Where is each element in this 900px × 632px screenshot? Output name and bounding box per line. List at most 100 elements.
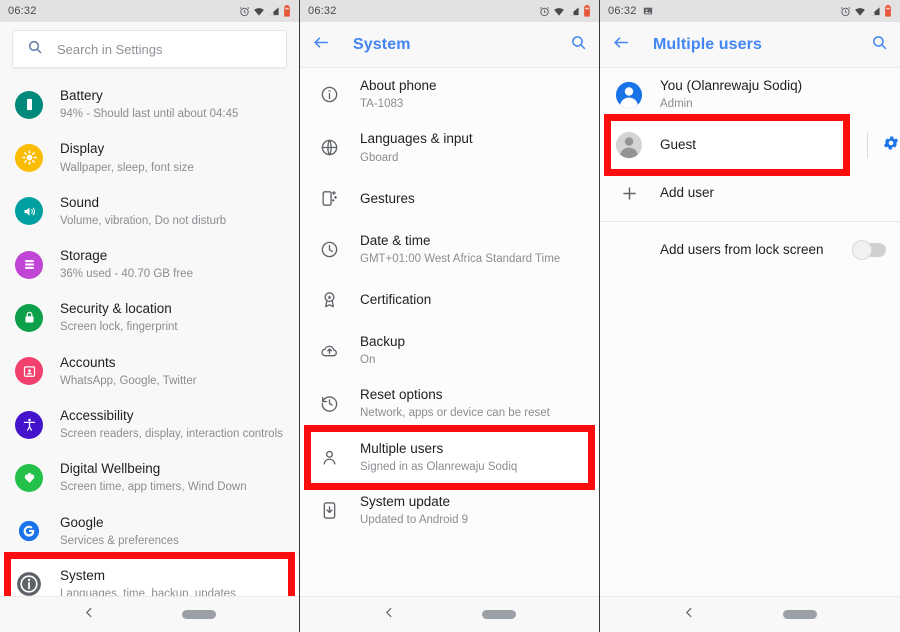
list-item-subtitle: On <box>360 354 376 367</box>
navigation-bar <box>0 596 299 632</box>
panel-settings-home: 06:32 Search in Settings Battery 94% - Sh… <box>0 0 300 632</box>
list-item[interactable]: Accessibility Screen readers, display, in… <box>0 398 299 451</box>
list-item-text: Security & location Screen lock, fingerpr… <box>60 300 285 335</box>
gear-icon[interactable] <box>882 134 900 157</box>
globe-icon <box>314 133 344 163</box>
home-pill-indicator[interactable] <box>782 610 817 619</box>
home-pill-indicator[interactable] <box>182 610 216 619</box>
storage-icon <box>14 250 44 280</box>
status-bar-icons <box>239 5 291 17</box>
list-item-text: Guest <box>660 136 843 154</box>
panel-multiple-users: 06:32 Multiple users You (Olanrewaju Sod… <box>600 0 900 632</box>
list-item-title: System <box>60 567 106 583</box>
list-item[interactable]: Certification <box>300 276 599 324</box>
list-item[interactable]: Gestures <box>300 175 599 223</box>
back-arrow-icon[interactable] <box>612 33 631 57</box>
list-item[interactable]: Display Wallpaper, sleep, font size <box>0 131 299 184</box>
status-bar-notifications <box>643 6 653 16</box>
list-item-title: Google <box>60 514 104 530</box>
list-item-text: Multiple users Signed in as Olanrewaju So… <box>360 440 585 475</box>
lock-icon <box>14 303 44 333</box>
list-item[interactable]: Google Services & preferences <box>0 505 299 558</box>
avatar-blue-icon <box>614 80 644 110</box>
app-bar: System <box>300 22 599 68</box>
icon-badge <box>15 250 43 279</box>
list-item-title: Security & location <box>60 301 172 317</box>
list-item-title: Certification <box>360 291 432 307</box>
app-bar: Multiple users <box>600 22 900 68</box>
list-item[interactable]: Date & time GMT+01:00 West Africa Standar… <box>300 223 599 276</box>
list-item-subtitle: Network, apps or device can be reset <box>360 407 550 420</box>
icon-badge <box>15 357 43 386</box>
list-item[interactable]: Security & location Screen lock, fingerpr… <box>0 291 299 344</box>
back-arrow-icon[interactable] <box>312 33 331 57</box>
accessibility-icon <box>14 410 44 440</box>
list-item-text: Reset options Network, apps or device can… <box>360 386 585 421</box>
battery-icon <box>885 5 891 17</box>
list-item-text: About phone TA-1083 <box>360 77 585 112</box>
list-item[interactable]: Digital Wellbeing Screen time, app timers… <box>0 451 299 504</box>
list-item[interactable]: Languages & input Gboard <box>300 121 599 174</box>
panel-system: 06:32 System About phone TA-1083 Languages… <box>300 0 600 632</box>
search-input[interactable]: Search in Settings <box>12 30 287 68</box>
list-item-text: Gestures <box>360 190 585 208</box>
list-item-title: Digital Wellbeing <box>60 461 161 477</box>
battery-icon <box>14 90 44 120</box>
list-item-text: Add user <box>660 184 886 202</box>
vertical-divider <box>867 132 868 159</box>
list-item[interactable]: Backup On <box>300 324 599 377</box>
volume-icon <box>14 196 44 226</box>
list-item[interactable]: Battery 94% - Should last until about 04:… <box>0 78 299 131</box>
list-item[interactable]: System update Updated to Android 9 <box>300 484 599 537</box>
list-item-title: Battery <box>60 88 103 103</box>
user-row[interactable]: Guest <box>600 121 900 170</box>
certificate-icon <box>314 285 344 315</box>
users-list: You (Olanrewaju Sodiq) Admin Guest Add user… <box>600 68 900 596</box>
search-icon[interactable] <box>570 34 587 56</box>
list-item-title: Languages & input <box>360 131 473 147</box>
add-user-button[interactable]: Add user <box>600 169 900 217</box>
search-icon[interactable] <box>871 34 888 56</box>
status-bar: 06:32 <box>0 0 299 22</box>
list-item-text: Certification <box>360 291 585 309</box>
list-item[interactable]: About phone TA-1083 <box>300 68 599 121</box>
list-item-text: Accounts WhatsApp, Google, Twitter <box>60 354 285 389</box>
wifi-icon <box>554 7 564 16</box>
back-chevron-icon[interactable] <box>383 606 396 624</box>
list-item[interactable]: Guest <box>600 121 857 170</box>
list-item-text: Google Services & preferences <box>60 514 285 549</box>
wellbeing-icon <box>14 463 44 493</box>
search-container: Search in Settings <box>0 22 299 78</box>
alarm-icon <box>840 6 851 16</box>
status-bar: 06:32 <box>300 0 599 22</box>
list-item[interactable]: Accounts WhatsApp, Google, Twitter <box>0 345 299 398</box>
user-row[interactable]: You (Olanrewaju Sodiq) Admin <box>600 68 900 121</box>
info-outline-icon <box>314 80 344 110</box>
list-item-subtitle: 94% - Should last until about 04:45 <box>60 108 239 121</box>
list-item-subtitle: TA-1083 <box>360 98 404 111</box>
list-item-subtitle: Gboard <box>360 151 399 164</box>
list-item[interactable]: Sound Volume, vibration, Do not disturb <box>0 185 299 238</box>
list-item[interactable]: You (Olanrewaju Sodiq) Admin <box>600 68 900 121</box>
clock-icon <box>314 234 344 264</box>
list-item[interactable]: Multiple users Signed in as Olanrewaju So… <box>300 430 599 484</box>
list-item-subtitle: Signed in as Olanrewaju Sodiq <box>360 460 518 473</box>
settings-list: Battery 94% - Should last until about 04:… <box>0 78 299 596</box>
list-item-title: About phone <box>360 78 437 93</box>
list-item[interactable]: System Languages, time, backup, updates <box>0 557 299 596</box>
add-users-lock-screen-toggle[interactable] <box>852 240 886 261</box>
home-pill-indicator[interactable] <box>482 610 516 619</box>
list-item-title: Multiple users <box>360 440 444 456</box>
avatar-grey-icon <box>614 130 644 160</box>
lock-screen-setting-row[interactable]: Add users from lock screen <box>600 226 900 274</box>
signal-icon <box>870 6 880 15</box>
list-item-subtitle: Screen readers, display, interaction con… <box>60 428 283 441</box>
list-item-subtitle: WhatsApp, Google, Twitter <box>60 374 197 387</box>
list-item-title: Accessibility <box>60 407 134 423</box>
back-chevron-icon[interactable] <box>683 606 696 624</box>
list-item-title: System update <box>360 493 451 509</box>
list-item[interactable]: Storage 36% used - 40.70 GB free <box>0 238 299 291</box>
battery-icon <box>584 5 590 17</box>
back-chevron-icon[interactable] <box>83 606 96 624</box>
list-item[interactable]: Reset options Network, apps or device can… <box>300 377 599 430</box>
